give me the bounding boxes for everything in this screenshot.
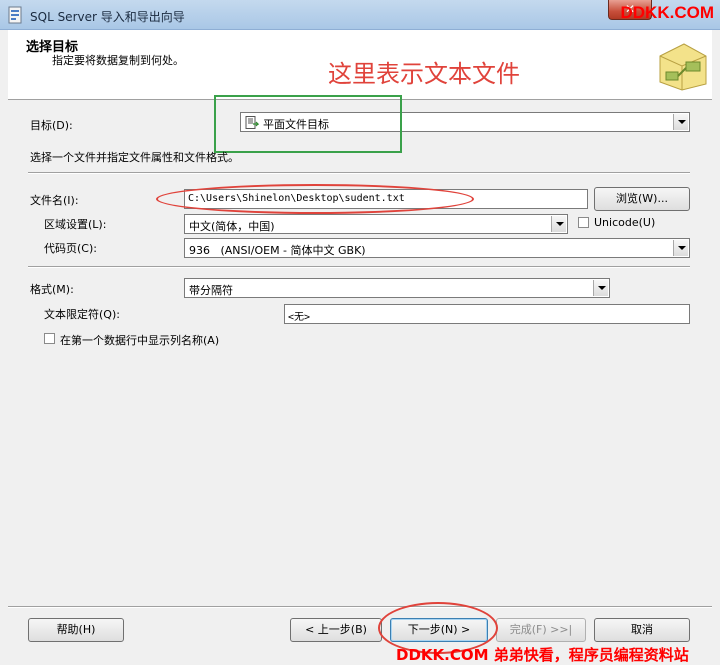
green-highlight-box [214, 95, 402, 153]
format-label: 格式(M): [30, 283, 74, 296]
back-button[interactable]: < 上一步(B) [290, 618, 382, 642]
codepage-value: 936 (ANSI/OEM - 简体中文 GBK) [189, 244, 366, 257]
codepage-label: 代码页(C): [44, 242, 97, 255]
wizard-app-icon [8, 6, 22, 24]
title-bar[interactable]: SQL Server 导入和导出向导 ✕ DDKK.COM [0, 0, 720, 30]
chevron-down-icon[interactable] [673, 240, 688, 256]
separator [28, 172, 690, 174]
cancel-button[interactable]: 取消 [594, 618, 690, 642]
help-button[interactable]: 帮助(H) [28, 618, 124, 642]
destination-wizard-icon [659, 43, 707, 91]
chevron-down-icon[interactable] [593, 280, 608, 296]
qualifier-value: <无> [288, 312, 311, 323]
footer-separator [8, 606, 712, 608]
wizard-body [8, 100, 712, 606]
instruction-text: 选择一个文件并指定文件属性和文件格式。 [30, 151, 239, 164]
header-row-label: 在第一个数据行中显示列名称(A) [60, 334, 220, 347]
chevron-down-icon[interactable] [551, 216, 566, 232]
chevron-down-icon[interactable] [673, 114, 688, 130]
browse-button[interactable]: 浏览(W)... [594, 187, 690, 211]
format-value: 带分隔符 [189, 284, 233, 297]
filename-label: 文件名(I): [30, 194, 79, 207]
page-subtitle: 指定要将数据复制到何处。 [52, 54, 184, 67]
qualifier-input[interactable]: <无> [284, 304, 690, 324]
codepage-select[interactable]: 936 (ANSI/OEM - 简体中文 GBK) [184, 238, 690, 258]
format-select[interactable]: 带分隔符 [184, 278, 610, 298]
qualifier-label: 文本限定符(Q): [44, 308, 120, 321]
target-label: 目标(D): [30, 119, 73, 132]
separator [28, 266, 690, 268]
wizard-header: 选择目标 指定要将数据复制到何处。 这里表示文本文件 [8, 30, 712, 100]
finish-button: 完成(F) >>| [496, 618, 586, 642]
unicode-label: Unicode(U) [594, 216, 656, 229]
header-row-checkbox[interactable] [44, 333, 55, 344]
annotation-text: 这里表示文本文件 [328, 60, 520, 88]
unicode-checkbox[interactable] [578, 217, 589, 228]
red-highlight-ellipse [156, 184, 474, 214]
locale-select[interactable]: 中文(简体，中国) [184, 214, 568, 234]
locale-value: 中文(简体，中国) [189, 220, 275, 233]
watermark-bottom: DDKK.COM 弟弟快看，程序员编程资料站 [396, 646, 689, 664]
watermark-top: DDKK.COM [620, 3, 715, 22]
locale-label: 区域设置(L): [44, 218, 107, 231]
window-title: SQL Server 导入和导出向导 [30, 10, 185, 24]
